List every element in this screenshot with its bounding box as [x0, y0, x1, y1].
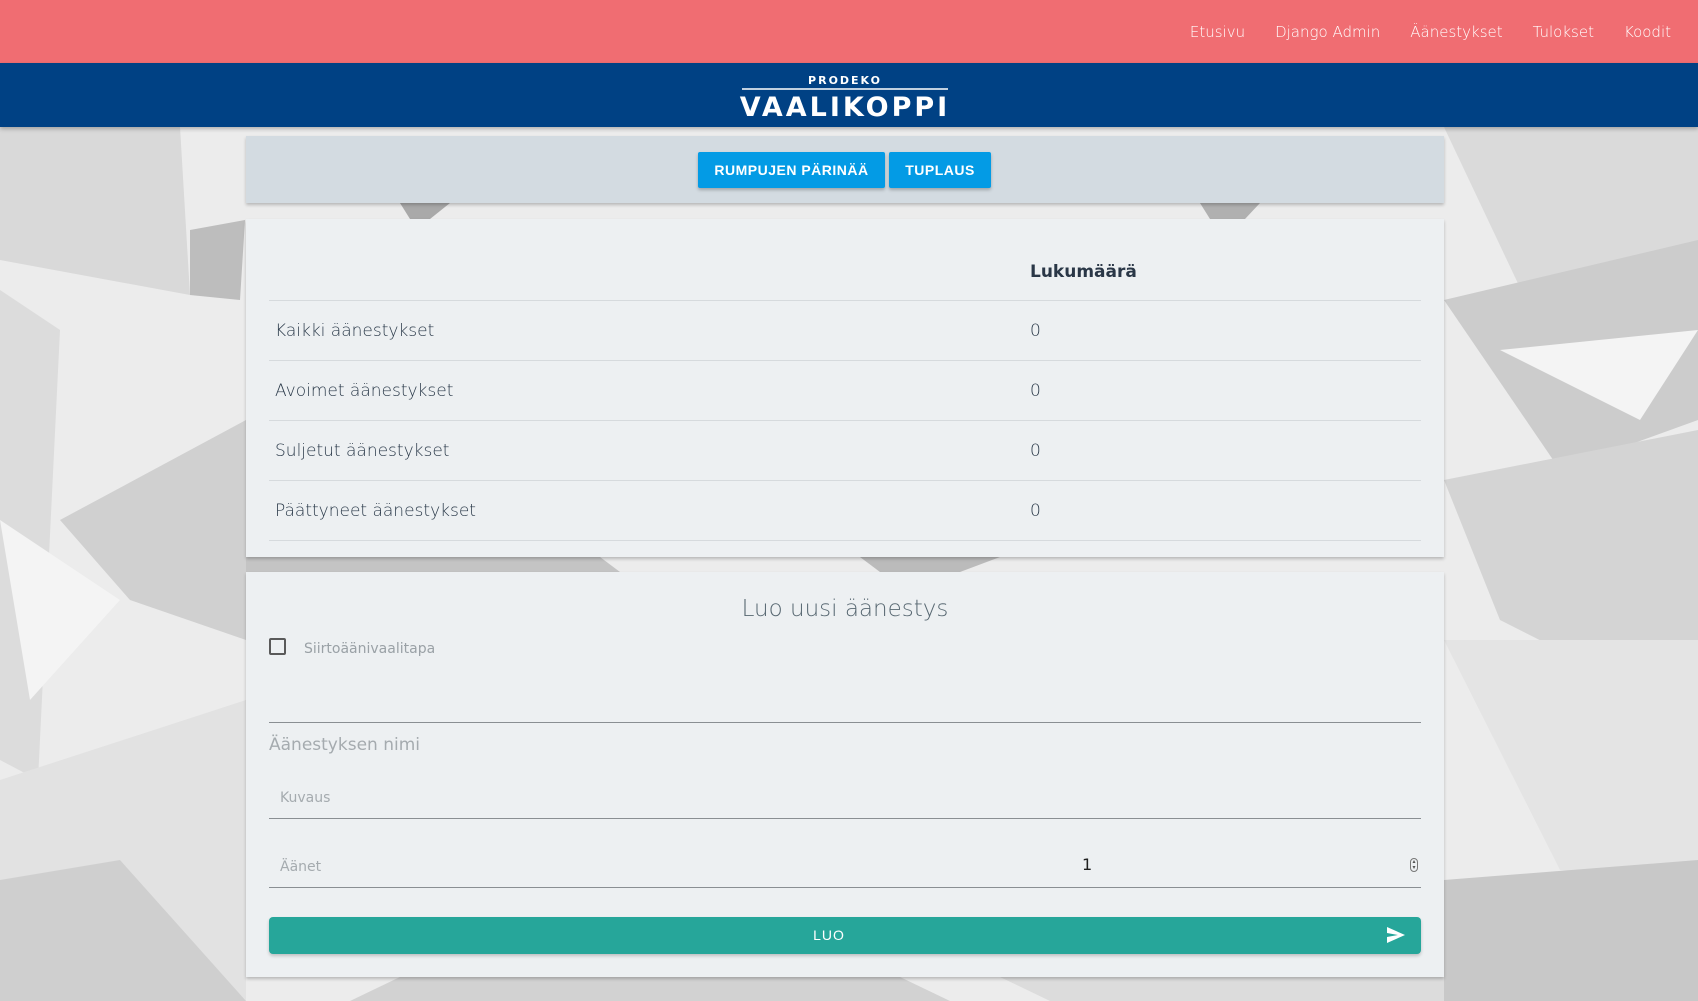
table-row: Avoimet äänestykset 0 [269, 360, 1421, 421]
table-row: Päättyneet äänestykset 0 [269, 480, 1421, 541]
create-submit-button[interactable]: LUO [269, 917, 1421, 954]
nav-link-koodit[interactable]: Koodit [1624, 23, 1671, 41]
drumroll-button[interactable]: RUMPUJEN PÄRINÄÄ [698, 152, 885, 188]
stat-label: Kaikki äänestykset [269, 300, 1030, 361]
stats-header-empty [269, 243, 1030, 301]
nav-link-aanestykset[interactable]: Äänestykset [1410, 23, 1502, 41]
stat-count: 0 [1030, 420, 1421, 481]
table-row: Suljetut äänestykset 0 [269, 420, 1421, 481]
stv-checkbox-label[interactable]: Siirtoäänivaalitapa [304, 641, 435, 657]
name-field-underline[interactable] [269, 722, 1421, 723]
top-navbar: Etusivu Django Admin Äänestykset Tulokse… [0, 0, 1698, 63]
stats-table: Lukumäärä Kaikki äänestykset 0 Avoimet ä… [269, 243, 1421, 541]
nav-link-etusivu[interactable]: Etusivu [1190, 23, 1245, 41]
table-row: Kaikki äänestykset 0 [269, 300, 1421, 361]
votes-input[interactable]: 1 [1082, 855, 1092, 874]
stat-label: Suljetut äänestykset [269, 420, 1030, 481]
stat-count: 0 [1030, 300, 1421, 361]
create-vote-card: Luo uusi äänestys Siirtoäänivaalitapa Ää… [246, 572, 1444, 977]
description-field[interactable]: Kuvaus [280, 790, 330, 806]
vote-name-label: Äänestyksen nimi [269, 735, 420, 755]
count-header: Lukumäärä [1030, 261, 1137, 282]
logo-name-text: VAALIKOPPI [740, 92, 950, 118]
stv-checkbox[interactable] [269, 638, 286, 655]
nav-link-tulokset[interactable]: Tulokset [1533, 23, 1594, 41]
stat-label: Päättyneet äänestykset [269, 480, 1030, 541]
stats-header-row: Lukumäärä [269, 243, 1421, 301]
votes-stepper[interactable]: ▴ ▾ [1410, 858, 1418, 872]
top-nav: Etusivu Django Admin Äänestykset Tulokse… [1175, 0, 1686, 63]
vaalikoppi-logo[interactable]: PRODEKO VAALIKOPPI [736, 72, 954, 118]
brand-bar: PRODEKO VAALIKOPPI [0, 63, 1698, 127]
logo-small-text: PRODEKO [808, 74, 882, 87]
votes-field-label: Äänet [280, 859, 322, 875]
action-toolbar: RUMPUJEN PÄRINÄÄ TUPLAUS [246, 136, 1444, 203]
description-field-underline [269, 818, 1421, 819]
stepper-down-icon[interactable]: ▾ [1412, 865, 1415, 871]
send-icon [1387, 927, 1405, 943]
nav-link-django-admin[interactable]: Django Admin [1275, 23, 1380, 41]
votes-field-underline [269, 887, 1421, 888]
stat-count: 0 [1030, 360, 1421, 421]
double-button[interactable]: TUPLAUS [889, 152, 991, 188]
stats-card: Lukumäärä Kaikki äänestykset 0 Avoimet ä… [246, 219, 1444, 557]
stat-count: 0 [1030, 480, 1421, 541]
stat-label: Avoimet äänestykset [269, 360, 1030, 421]
create-vote-title: Luo uusi äänestys [741, 596, 949, 622]
create-submit-label: LUO [813, 927, 845, 943]
